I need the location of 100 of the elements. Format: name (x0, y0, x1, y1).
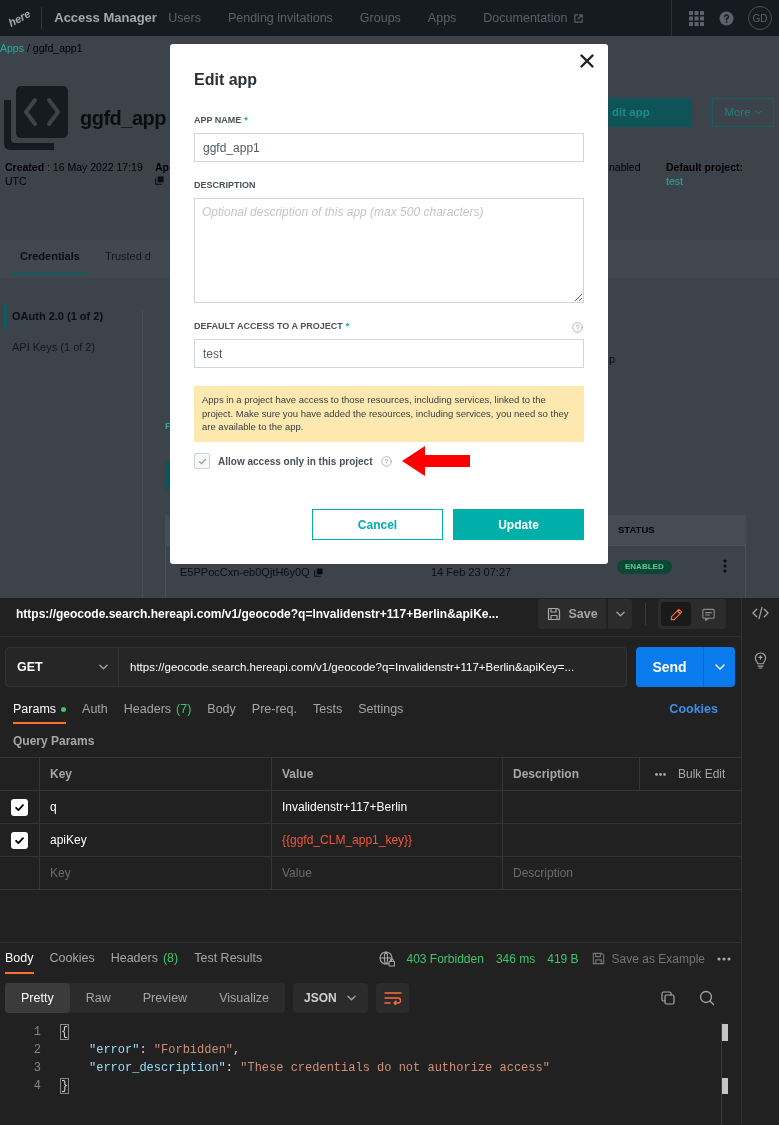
apps-grid-icon[interactable] (689, 10, 704, 26)
status-badge: ENABLED (617, 560, 672, 574)
bulk-edit-button[interactable]: Bulk Edit (678, 765, 726, 783)
column-header: Key (50, 766, 72, 783)
tab[interactable]: Body (207, 697, 236, 724)
product-title: Access Manager (54, 9, 158, 28)
code-icon[interactable] (752, 606, 769, 620)
save-options-button[interactable] (608, 599, 632, 629)
line-number: 2 (32, 1042, 41, 1059)
chevron-down-icon (714, 664, 725, 670)
help-icon[interactable] (719, 10, 734, 26)
format-dropdown[interactable]: JSON (293, 983, 368, 1013)
required-mark: * (244, 114, 248, 128)
line-number: 3 (32, 1060, 41, 1077)
arrow-icon (401, 446, 470, 476)
app-title: ggfd_app (80, 106, 166, 131)
scrollbar-thumb[interactable] (722, 1024, 728, 1041)
tab[interactable]: Params (13, 697, 67, 724)
logo[interactable]: here (6, 7, 33, 29)
breadcrumb-link[interactable]: Apps (0, 40, 24, 57)
created-date: Created : 16 May 2022 17:19 UTC (5, 160, 144, 188)
field-label: DEFAULT ACCESS TO A PROJECT (194, 320, 343, 334)
info-notice: Apps in a project have access to those resources, including services, linked to the project. Make sure you have added the resources, including services, you need so they are available to the app. (194, 386, 584, 442)
tab[interactable]: Settings (358, 697, 404, 724)
default-project-label: Default project: (666, 160, 743, 174)
meta-heading: Ap (155, 160, 169, 174)
checkbox[interactable] (11, 831, 28, 849)
scrollbar-thumb[interactable] (722, 1078, 728, 1094)
external-link-icon (573, 12, 585, 24)
save-button[interactable]: Save (538, 599, 606, 629)
tab[interactable]: Cookies (49, 943, 95, 974)
breadcrumb-current: ggfd_app1 (32, 40, 83, 56)
field-label: APP NAME (194, 114, 242, 128)
status-text: nabled (608, 160, 642, 175)
wrap-lines-icon (383, 991, 402, 1005)
param-key: q (50, 798, 57, 816)
code-line: "error_description": "These credentials do not authorize access" (88, 1060, 550, 1076)
wrap-lines-button[interactable] (376, 983, 409, 1013)
credential-id: E5PPocCxn-eb0QjtH6y0Q (180, 566, 310, 578)
checkmark-icon (197, 456, 207, 466)
method-dropdown[interactable]: GET (5, 647, 119, 687)
tab[interactable]: Test Results (194, 943, 263, 974)
param-value: Invalidenstr+117+Berlin (282, 799, 408, 816)
more-icon[interactable] (655, 772, 666, 776)
status-code[interactable]: 403 Forbidden (406, 949, 484, 968)
line-number: 4 (32, 1078, 41, 1095)
breadcrumb-separator: / (26, 40, 30, 56)
request-title: https://geocode.search.hereapi.com/v1/geocode?q=Invalidenstr+117+Berlin&apiKe... (15, 606, 499, 623)
view-option[interactable]: Visualize (203, 983, 285, 1013)
checkbox[interactable] (11, 798, 28, 816)
created-date: 14 Feb 23 07:27 (431, 566, 513, 578)
globe-lock-icon[interactable] (378, 950, 395, 967)
copy-icon[interactable] (660, 990, 676, 1006)
response-size[interactable]: 419 B (547, 949, 579, 968)
column-header: Description (513, 766, 579, 783)
tab[interactable]: Headers (7) (123, 697, 192, 724)
text-field[interactable]: ggfd_app1 (194, 133, 584, 162)
key-field[interactable]: Key (40, 857, 271, 889)
param-key: apiKey (50, 831, 87, 849)
description-field[interactable]: Description (503, 857, 741, 889)
more-icon[interactable] (717, 956, 731, 961)
section-title: Query Params (12, 734, 96, 749)
view-option[interactable]: Raw (69, 983, 127, 1013)
default-project-link[interactable]: test (666, 174, 683, 188)
checkmark-icon (14, 834, 25, 846)
required-mark: * (345, 320, 350, 334)
chevron-down-icon (99, 664, 108, 670)
tab[interactable]: Headers (8) (110, 943, 179, 974)
close-icon[interactable] (580, 54, 594, 68)
description-field[interactable]: Optional description of this app (max 500 characters) (194, 198, 584, 303)
pencil-icon (668, 606, 684, 622)
comment-icon (700, 606, 716, 622)
tab[interactable]: Body (5, 943, 34, 974)
send-button[interactable]: Send (636, 647, 703, 687)
response-time[interactable]: 346 ms (495, 949, 536, 968)
view-option[interactable]: Preview (126, 983, 204, 1013)
tab[interactable]: Auth (82, 697, 108, 724)
chevron-down-icon (754, 110, 762, 115)
column-header: STATUS (618, 522, 655, 537)
lightbulb-icon[interactable] (753, 652, 768, 669)
tab[interactable]: Pre-req. (251, 697, 297, 724)
edit-mode-button[interactable] (661, 602, 691, 626)
save-icon (590, 951, 606, 966)
app-code-icon (4, 86, 68, 150)
cookies-link[interactable]: Cookies (669, 697, 718, 717)
section-heading: F (165, 420, 171, 432)
search-icon[interactable] (699, 990, 715, 1006)
param-value: {{ggfd_CLM_app1_key}} (282, 832, 413, 849)
chevron-down-icon (347, 995, 356, 1001)
text-field[interactable]: test (194, 339, 584, 368)
value-field[interactable]: Value (272, 857, 502, 889)
view-option[interactable]: Pretty (5, 983, 70, 1013)
save-icon (546, 606, 563, 622)
url-field[interactable]: https://geocode.search.hereapi.com/v1/geocode?q=Invalidenstr+117+Berlin&apiKey=... (119, 647, 627, 687)
chevron-down-icon (615, 611, 625, 617)
send-options-button[interactable] (703, 647, 735, 687)
kebab-menu-icon[interactable] (723, 559, 727, 573)
line-number: 1 (32, 1024, 41, 1041)
tab[interactable]: Tests (313, 697, 343, 724)
dialog-title: Edit app (194, 70, 259, 90)
